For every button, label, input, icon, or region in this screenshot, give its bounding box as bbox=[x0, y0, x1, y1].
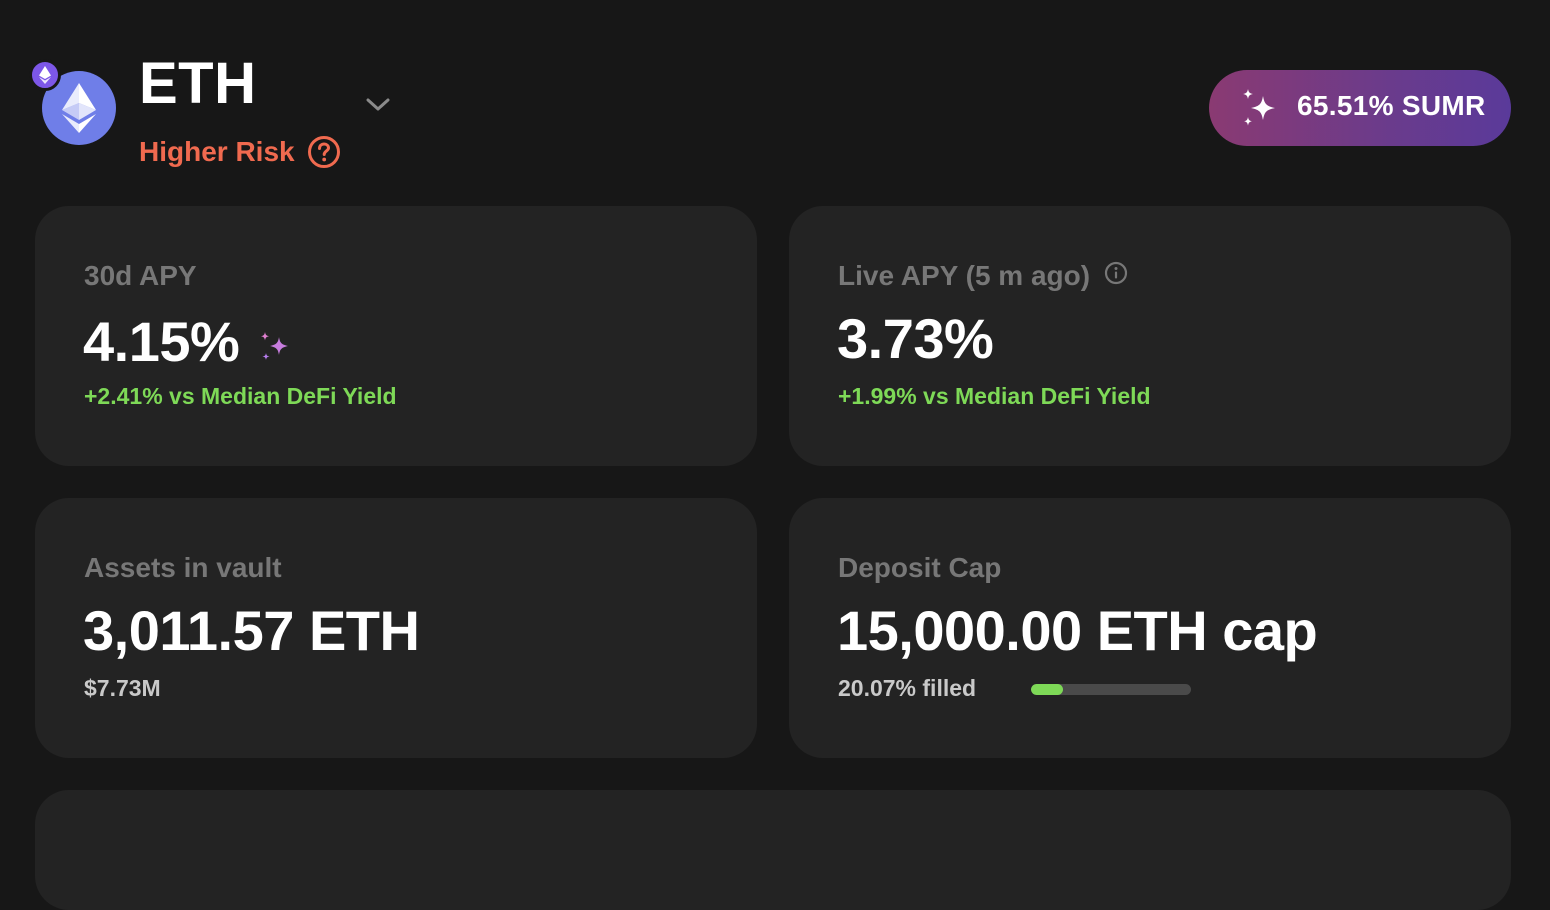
risk-label: Higher Risk bbox=[139, 136, 295, 167]
live-apy-comparison: +1.99% vs Median DeFi Yield bbox=[838, 383, 1151, 409]
live-apy-value-text: 3.73% bbox=[837, 307, 994, 370]
card-label: 30d APY bbox=[84, 260, 197, 292]
deposit-cap-card: Deposit Cap 15,000.00 ETH cap 20.07% fil… bbox=[789, 498, 1511, 758]
apy-30d-label: 30d APY bbox=[84, 260, 197, 291]
card-label: Deposit Cap bbox=[838, 552, 1001, 584]
deposit-cap-progress-fill bbox=[1031, 684, 1064, 695]
risk-indicator: Higher Risk bbox=[139, 134, 341, 170]
sparkles-icon bbox=[259, 312, 291, 377]
sumr-rewards-label: 65.51% SUMR bbox=[1297, 90, 1486, 121]
assets-value: 3,011.57 ETH bbox=[83, 598, 420, 663]
assets-usd-value: $7.73M bbox=[84, 675, 161, 701]
vault-details-card bbox=[35, 790, 1511, 910]
card-label: Assets in vault bbox=[84, 552, 282, 584]
sparkles-icon bbox=[1239, 86, 1279, 135]
deposit-cap-progress-bar bbox=[1031, 684, 1191, 695]
info-icon[interactable] bbox=[1104, 260, 1128, 292]
live-apy-label: Live APY (5 m ago) bbox=[838, 260, 1091, 291]
assets-value-text: 3,011.57 ETH bbox=[83, 599, 420, 662]
live-apy-card: Live APY (5 m ago) 3.73% +1.99% vs Media… bbox=[789, 206, 1511, 466]
live-apy-value: 3.73% bbox=[837, 306, 994, 371]
card-label: Live APY (5 m ago) bbox=[838, 260, 1128, 292]
assets-in-vault-card: Assets in vault 3,011.57 ETH $7.73M bbox=[35, 498, 757, 758]
ethereum-network-icon bbox=[29, 59, 61, 91]
sumr-rewards-badge[interactable]: 65.51% SUMR bbox=[1209, 70, 1511, 146]
deposit-cap-label: Deposit Cap bbox=[838, 552, 1002, 583]
vault-header: ETH Higher Risk 65.51% SUMR bbox=[0, 0, 1550, 200]
token-title: ETH bbox=[139, 51, 257, 116]
apy-30d-value: 4.15% bbox=[83, 306, 291, 377]
question-help-icon[interactable] bbox=[307, 135, 341, 169]
deposit-cap-filled-text: 20.07% filled bbox=[838, 675, 977, 701]
assets-label: Assets in vault bbox=[84, 552, 282, 583]
apy-30d-card: 30d APY 4.15% +2.41% vs Median DeFi Yiel… bbox=[35, 206, 757, 466]
deposit-cap-value-text: 15,000.00 ETH cap bbox=[837, 599, 1318, 662]
chevron-down-icon[interactable] bbox=[364, 96, 392, 119]
apy-30d-value-text: 4.15% bbox=[83, 310, 240, 373]
apy-30d-comparison: +2.41% vs Median DeFi Yield bbox=[84, 383, 397, 409]
deposit-cap-value: 15,000.00 ETH cap bbox=[837, 598, 1318, 663]
